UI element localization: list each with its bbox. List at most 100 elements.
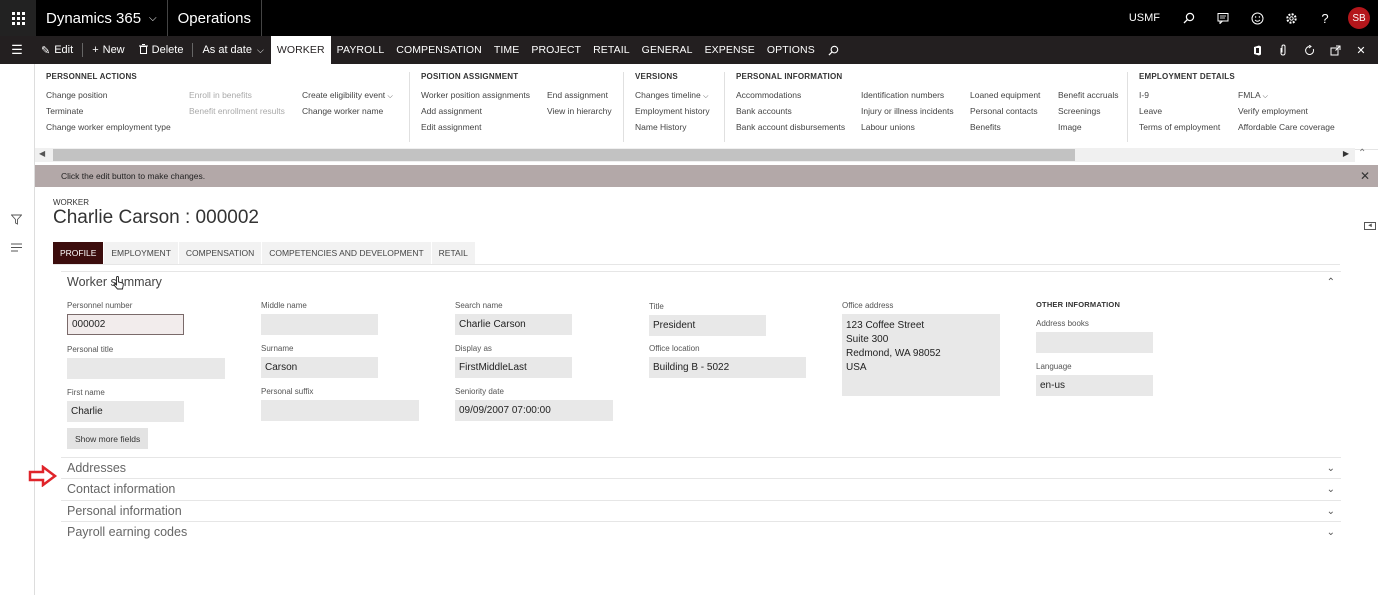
enroll-in-benefits-link[interactable]: Enroll in benefits [189, 90, 285, 101]
tab-compensation[interactable]: COMPENSATION [178, 242, 263, 264]
worker-position-assignments-link[interactable]: Worker position assignments [421, 90, 541, 101]
tab-time[interactable]: TIME [488, 36, 525, 64]
scroll-thumb[interactable] [53, 149, 1075, 161]
close-icon[interactable]: ✕ [1348, 32, 1374, 68]
leave-link[interactable]: Leave [1139, 106, 1225, 117]
open-new-window-icon[interactable] [1322, 32, 1348, 68]
ribbon-scrollbar[interactable]: ◀ ▶ [35, 148, 1355, 162]
fmla-link[interactable]: FMLA ⌵ [1238, 90, 1335, 101]
screenings-link[interactable]: Screenings [1058, 106, 1118, 117]
form-tabs: PROFILE EMPLOYMENT COMPENSATION COMPETEN… [53, 242, 476, 264]
search-icon[interactable] [1172, 0, 1206, 36]
middle-name-input[interactable] [261, 314, 378, 335]
fasttab-worker-summary[interactable]: Worker summary ⌃ [61, 271, 1341, 292]
image-link[interactable]: Image [1058, 122, 1118, 133]
edit-label: Edit [54, 44, 74, 56]
terminate-link[interactable]: Terminate [46, 106, 171, 117]
app-launcher-icon[interactable] [0, 0, 36, 36]
labour-unions-link[interactable]: Labour unions [861, 122, 957, 133]
list-icon[interactable] [11, 241, 22, 255]
view-in-hierarchy-link[interactable]: View in hierarchy [547, 106, 612, 117]
personal-title-input[interactable] [67, 358, 225, 379]
attachment-icon[interactable] [1270, 32, 1296, 68]
personal-suffix-input[interactable] [261, 400, 419, 421]
tab-expense[interactable]: EXPENSE [699, 36, 761, 64]
name-history-link[interactable]: Name History [635, 122, 710, 133]
edit-button[interactable]: ✎ Edit [34, 36, 80, 64]
tab-project[interactable]: PROJECT [525, 36, 587, 64]
change-worker-name-link[interactable]: Change worker name [302, 106, 393, 117]
tab-options[interactable]: OPTIONS [761, 36, 821, 64]
add-assignment-link[interactable]: Add assignment [421, 106, 541, 117]
terms-of-employment-link[interactable]: Terms of employment [1139, 122, 1225, 133]
tab-retail[interactable]: RETAIL [587, 36, 636, 64]
side-panel-toggle-icon[interactable]: ◄ [1364, 222, 1376, 230]
benefit-enrollment-results-link[interactable]: Benefit enrollment results [189, 106, 285, 117]
app-title-dropdown[interactable]: Dynamics 365 ⌵ [36, 0, 168, 36]
title-input[interactable]: President [649, 315, 766, 336]
chevron-down-icon: ⌄ [1326, 505, 1335, 517]
address-books-input[interactable] [1036, 332, 1153, 353]
first-name-input[interactable]: Charlie [67, 401, 184, 422]
message-icon[interactable] [1206, 0, 1240, 36]
change-position-link[interactable]: Change position [46, 90, 171, 101]
change-employment-type-link[interactable]: Change worker employment type [46, 122, 171, 133]
field-label: Office location [649, 344, 700, 353]
employment-history-link[interactable]: Employment history [635, 106, 710, 117]
personal-contacts-link[interactable]: Personal contacts [970, 106, 1045, 117]
benefits-link[interactable]: Benefits [970, 122, 1045, 133]
tab-compensation[interactable]: COMPENSATION [390, 36, 488, 64]
fasttab-personal-information[interactable]: Personal information ⌄ [61, 500, 1341, 521]
edit-assignment-link[interactable]: Edit assignment [421, 122, 541, 133]
show-more-fields-button[interactable]: Show more fields [67, 428, 149, 449]
fasttab-addresses[interactable]: Addresses ⌄ [61, 457, 1341, 478]
surname-input[interactable]: Carson [261, 357, 378, 378]
company-picker[interactable]: USMF [1117, 12, 1172, 24]
office-location-input[interactable]: Building B - 5022 [649, 357, 806, 378]
tab-general[interactable]: GENERAL [636, 36, 699, 64]
tab-worker[interactable]: WORKER [270, 36, 331, 64]
create-eligibility-event-link[interactable]: Create eligibility event ⌵ [302, 90, 393, 101]
close-icon[interactable]: ✕ [1360, 169, 1370, 183]
accommodations-link[interactable]: Accommodations [736, 90, 848, 101]
avatar[interactable]: SB [1348, 7, 1370, 29]
as-at-date-button[interactable]: As at date ⌵ [195, 36, 270, 64]
tab-competencies[interactable]: COMPETENCIES AND DEVELOPMENT [262, 242, 432, 264]
gear-icon[interactable] [1274, 0, 1308, 36]
tab-retail[interactable]: RETAIL [431, 242, 476, 264]
search-actions-icon[interactable] [821, 36, 846, 64]
bank-accounts-link[interactable]: Bank accounts [736, 106, 848, 117]
i9-link[interactable]: I-9 [1139, 90, 1225, 101]
seniority-date-input[interactable]: 09/09/2007 07:00:00 [455, 400, 613, 421]
end-assignment-link[interactable]: End assignment [547, 90, 612, 101]
scroll-right-icon[interactable]: ▶ [1343, 149, 1349, 158]
display-as-select[interactable]: FirstMiddleLast [455, 357, 572, 378]
verify-employment-link[interactable]: Verify employment [1238, 106, 1335, 117]
new-button[interactable]: + New [85, 36, 131, 64]
scroll-left-icon[interactable]: ◀ [39, 149, 45, 158]
fasttab-contact-information[interactable]: Contact information ⌄ [61, 478, 1341, 499]
hamburger-menu-icon[interactable]: ☰ [0, 42, 34, 58]
personnel-number-input[interactable]: 000002 [67, 314, 184, 335]
help-icon[interactable]: ? [1308, 0, 1342, 36]
identification-numbers-link[interactable]: Identification numbers [861, 90, 957, 101]
refresh-icon[interactable] [1296, 32, 1322, 68]
benefit-accruals-link[interactable]: Benefit accruals [1058, 90, 1118, 101]
chevron-up-icon[interactable]: ⌃ [1358, 148, 1366, 159]
filter-icon[interactable] [10, 214, 23, 228]
injury-illness-incidents-link[interactable]: Injury or illness incidents [861, 106, 957, 117]
tab-profile[interactable]: PROFILE [53, 242, 105, 264]
tab-employment[interactable]: EMPLOYMENT [104, 242, 179, 264]
search-name-input[interactable]: Charlie Carson [455, 314, 572, 335]
fasttab-title: Contact information [67, 482, 176, 496]
fasttab-payroll-earning-codes[interactable]: Payroll earning codes ⌄ [61, 521, 1341, 542]
office-icon[interactable] [1244, 32, 1270, 68]
language-input[interactable]: en-us [1036, 375, 1153, 396]
delete-button[interactable]: Delete [132, 36, 191, 64]
changes-timeline-link[interactable]: Changes timeline ⌵ [635, 90, 710, 101]
affordable-care-coverage-link[interactable]: Affordable Care coverage [1238, 122, 1335, 133]
loaned-equipment-link[interactable]: Loaned equipment [970, 90, 1045, 101]
smiley-feedback-icon[interactable] [1240, 0, 1274, 36]
bank-account-disbursements-link[interactable]: Bank account disbursements [736, 122, 848, 133]
tab-payroll[interactable]: PAYROLL [331, 36, 391, 64]
